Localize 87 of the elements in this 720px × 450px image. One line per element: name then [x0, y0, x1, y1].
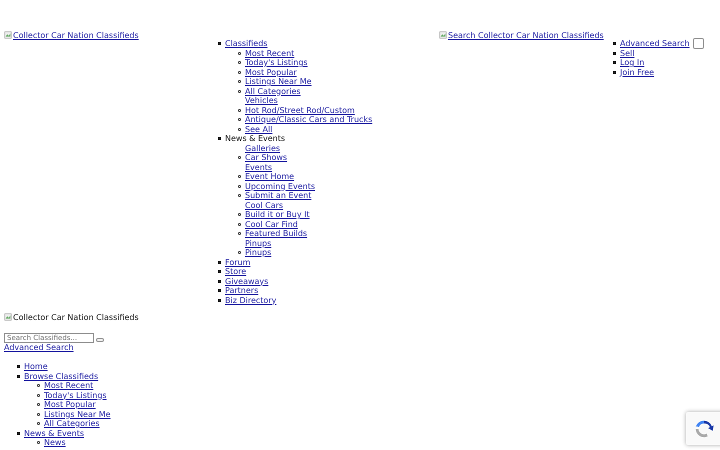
bullet-icon — [238, 52, 241, 55]
bullet-icon — [238, 128, 241, 131]
bullet-icon — [613, 42, 616, 46]
broken-image-icon — [439, 31, 447, 39]
bullet-icon — [613, 52, 616, 55]
bullet-icon — [37, 403, 40, 406]
submenu-link[interactable]: Upcoming Events — [245, 182, 316, 191]
account-link[interactable]: Log In — [620, 58, 644, 68]
bullet-icon — [238, 90, 241, 93]
submenu-link[interactable]: Listings Near Me — [44, 410, 111, 419]
submenu-link[interactable]: Cool Car Find — [245, 220, 298, 229]
bullet-icon — [238, 70, 241, 74]
submenu-link[interactable]: Listings Near Me — [245, 77, 312, 86]
submenu-link[interactable]: Today's Listings — [44, 390, 107, 400]
bullet-icon — [238, 194, 241, 198]
bullet-icon — [238, 108, 241, 112]
submenu-heading-link[interactable]: Cool Cars — [245, 200, 284, 210]
submenu-link[interactable]: All Categories — [245, 86, 301, 96]
account-link[interactable]: Sell — [620, 48, 634, 58]
submenu-link[interactable]: Most Recent — [44, 381, 94, 390]
nav-link[interactable]: Home — [24, 362, 48, 372]
bullet-icon — [238, 175, 241, 178]
bullet-icon — [37, 412, 40, 416]
bullet-icon — [17, 374, 20, 378]
bullet-icon — [238, 156, 241, 160]
submenu-link[interactable]: Pinups — [245, 248, 272, 258]
submenu-link[interactable]: See All — [245, 124, 272, 134]
submenu-link[interactable]: Featured Builds — [245, 229, 308, 238]
advanced-search-link[interactable]: Advanced Search — [4, 342, 74, 352]
account-link[interactable]: Join Free — [620, 68, 654, 77]
bullet-icon — [238, 80, 241, 84]
bullet-icon — [613, 70, 616, 74]
search-image-link[interactable]: Search Collector Car Nation Classifieds — [439, 31, 604, 40]
bullet-icon — [37, 384, 40, 388]
bullet-icon — [238, 232, 241, 236]
logo-alt-text: Collector Car Nation Classifieds — [13, 313, 139, 322]
bullet-icon — [238, 61, 241, 64]
bullet-icon — [238, 118, 241, 122]
nav-link[interactable]: Biz Directory — [225, 296, 276, 305]
bullet-icon — [218, 137, 221, 140]
broken-image-icon — [4, 313, 12, 321]
broken-image-icon — [4, 31, 12, 39]
submenu-link[interactable]: All Categories — [44, 419, 100, 428]
nav-link[interactable]: Store — [225, 267, 246, 276]
submenu-link[interactable]: News — [44, 438, 66, 448]
bullet-icon — [218, 42, 221, 46]
arrows-icon — [693, 418, 715, 440]
submenu-link[interactable]: Event Home — [245, 172, 294, 182]
menu-label: News & Events — [225, 134, 286, 144]
bullet-icon — [218, 270, 221, 274]
submenu-heading-link[interactable]: Events — [245, 162, 272, 172]
nav-link[interactable]: Forum — [225, 258, 250, 267]
account-link[interactable]: Advanced Search — [620, 39, 690, 48]
bullet-icon — [238, 184, 241, 188]
nav-link[interactable]: News & Events — [24, 428, 84, 438]
submenu-link[interactable]: Most Popular — [245, 68, 297, 77]
nav-link[interactable]: Giveaways — [225, 276, 268, 286]
bullet-icon — [17, 432, 20, 435]
submenu-link[interactable]: Submit an Event — [245, 191, 312, 200]
bullet-icon — [37, 441, 40, 444]
bullet-icon — [218, 280, 221, 283]
bullet-icon — [37, 394, 40, 397]
bullet-icon — [218, 260, 221, 264]
nav-link[interactable]: Browse Classifieds — [24, 372, 98, 381]
submenu-link[interactable]: Most Recent — [245, 48, 294, 58]
submenu-heading-link[interactable]: Pinups — [245, 238, 272, 248]
submenu-heading-link[interactable]: Galleries — [245, 144, 280, 153]
submenu-link[interactable]: Hot Rod/Street Rod/Custom — [245, 106, 355, 115]
logo-link[interactable]: Collector Car Nation Classifieds — [4, 31, 139, 40]
bullet-icon — [238, 213, 241, 216]
bullet-icon — [17, 365, 20, 368]
bullet-icon — [218, 289, 221, 292]
checkbox[interactable] — [692, 38, 704, 50]
bullet-icon — [218, 298, 221, 302]
nav-link[interactable]: Classifieds — [225, 39, 268, 48]
submenu-link[interactable]: Today's Listings — [245, 58, 308, 68]
submenu-link[interactable]: Most Popular — [44, 400, 96, 410]
bullet-icon — [238, 222, 241, 226]
bullet-icon — [238, 251, 241, 254]
bullet-icon — [613, 61, 616, 64]
bullet-icon — [37, 422, 40, 426]
submenu-heading-link[interactable]: Vehicles — [245, 96, 278, 106]
nav-link[interactable]: Partners — [225, 286, 258, 296]
submenu-link[interactable]: Build it or Buy It — [245, 210, 310, 220]
submenu-link[interactable]: Antique/Classic Cars and Trucks — [245, 115, 372, 124]
search-button[interactable] — [96, 338, 104, 342]
submenu-link[interactable]: Car Shows — [245, 153, 288, 162]
